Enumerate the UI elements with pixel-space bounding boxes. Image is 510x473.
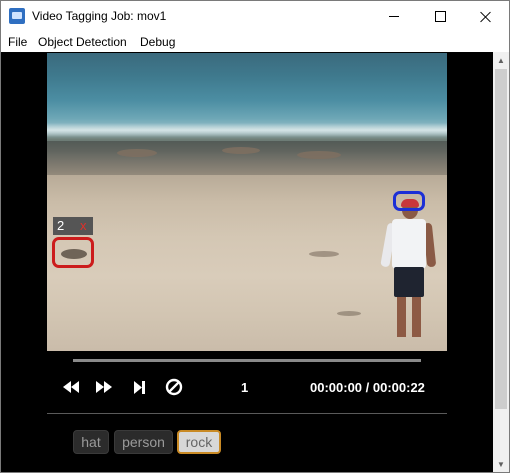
- tag-button-hat[interactable]: hat: [73, 430, 109, 454]
- menu-bar: File Object Detection Debug: [1, 32, 509, 52]
- minimize-icon: [389, 16, 399, 17]
- menu-file[interactable]: File: [8, 35, 27, 49]
- time-display: 00:00:00 / 00:00:22: [310, 380, 425, 395]
- chevron-down-icon: ▼: [497, 459, 505, 469]
- shore-rock: [117, 149, 157, 157]
- region-label: 2 x: [53, 217, 93, 235]
- window-title: Video Tagging Job: mov1: [32, 9, 167, 23]
- fast-forward-icon: [96, 381, 112, 393]
- next-frame-button[interactable]: [131, 378, 147, 396]
- video-tagging-app-icon: [9, 8, 25, 24]
- shore-rocks: [47, 141, 447, 175]
- menu-object-detection[interactable]: Object Detection: [38, 35, 127, 49]
- shore-rock: [222, 147, 260, 154]
- fast-forward-button[interactable]: [95, 378, 113, 396]
- menu-debug[interactable]: Debug: [140, 35, 175, 49]
- hat-bounding-box[interactable]: [393, 191, 425, 211]
- tag-button-person[interactable]: person: [114, 430, 173, 454]
- playback-controls: 1 00:00:00 / 00:00:22: [47, 370, 447, 406]
- sand-rock: [337, 311, 361, 316]
- rewind-icon: [63, 381, 79, 393]
- title-bar[interactable]: Video Tagging Job: mov1: [1, 1, 509, 32]
- divider: [47, 413, 447, 414]
- scroll-down-button[interactable]: ▼: [493, 456, 509, 472]
- rewind-button[interactable]: [62, 378, 80, 396]
- maximize-icon: [434, 11, 446, 22]
- frame-number: 1: [241, 380, 249, 395]
- close-button[interactable]: [463, 1, 509, 32]
- sand-rock: [309, 251, 339, 257]
- vertical-scrollbar[interactable]: ▲ ▼: [493, 52, 509, 472]
- shore-rock: [297, 151, 341, 159]
- minimize-button[interactable]: [371, 1, 417, 32]
- tag-button-rock[interactable]: rock: [177, 430, 221, 454]
- tagging-workspace: 2 x 1 00:00:00 / 00:00:22 hat person roc…: [1, 52, 493, 472]
- scroll-thumb[interactable]: [495, 69, 507, 409]
- chevron-up-icon: ▲: [497, 55, 505, 65]
- video-frame[interactable]: 2 x: [47, 53, 447, 351]
- scroll-up-button[interactable]: ▲: [493, 52, 509, 68]
- maximize-button[interactable]: [417, 1, 463, 32]
- person-object: [380, 199, 437, 351]
- wave-foam: [47, 123, 447, 137]
- rock-bounding-box[interactable]: [52, 237, 94, 268]
- video-scrubber[interactable]: [73, 359, 421, 362]
- clear-icon: [165, 378, 183, 396]
- next-frame-icon: [134, 380, 145, 394]
- region-delete-button[interactable]: x: [80, 218, 87, 233]
- app-window: Video Tagging Job: mov1 File Object Dete…: [0, 0, 510, 473]
- close-icon: [480, 11, 492, 23]
- clear-button[interactable]: [164, 378, 184, 396]
- region-id: 2: [57, 218, 65, 233]
